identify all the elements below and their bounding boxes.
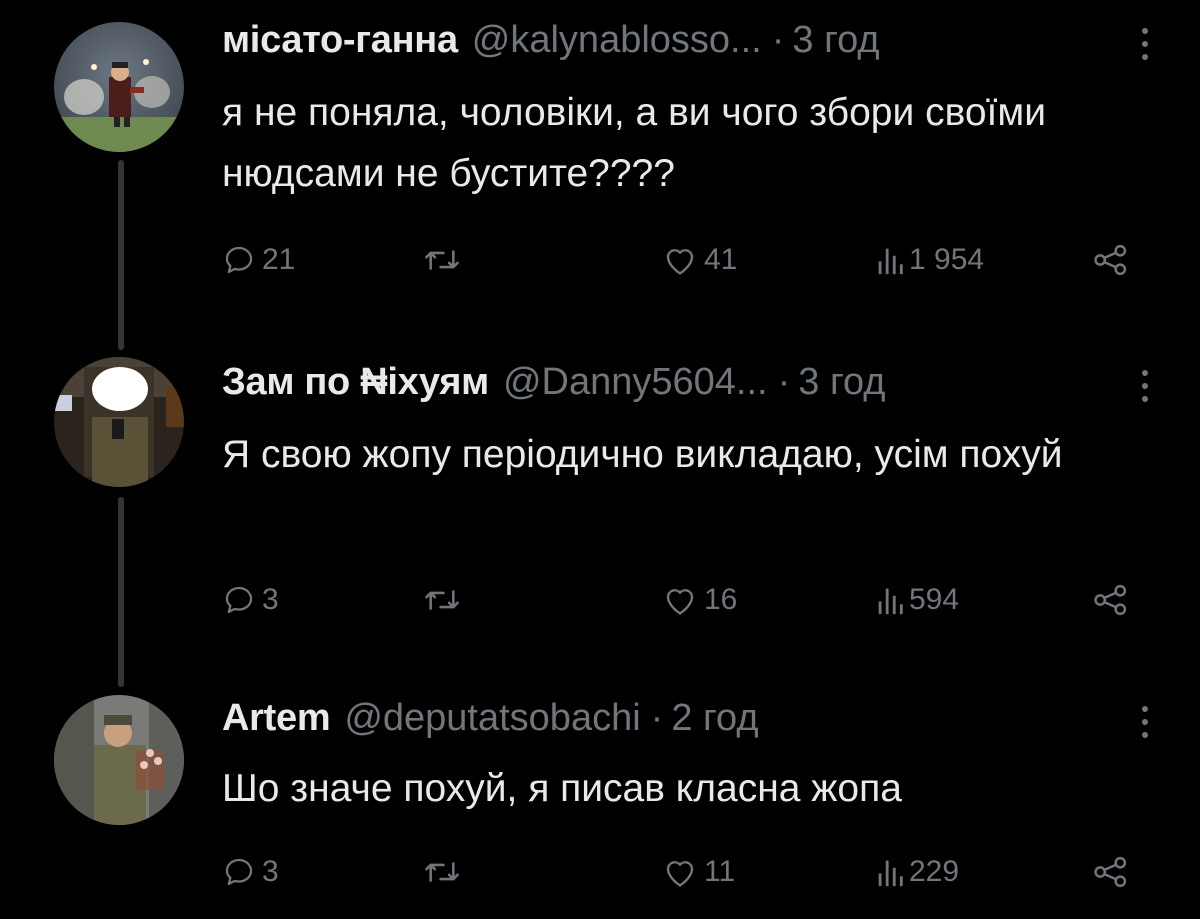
action-bar: 21 41 1 954 xyxy=(222,243,1152,293)
like-count: 16 xyxy=(704,583,738,616)
vertical-dots-icon[interactable] xyxy=(1138,370,1152,402)
timestamp[interactable]: 3 год xyxy=(798,360,885,404)
timestamp[interactable]: 2 год xyxy=(671,696,758,740)
avatar-image xyxy=(54,357,184,487)
tweet-text: я не поняла, чоловіки, а ви чого збори с… xyxy=(222,91,1046,195)
reply-count: 3 xyxy=(262,855,279,888)
reply-count: 3 xyxy=(262,583,279,616)
separator-dot: · xyxy=(771,19,785,61)
repost-button[interactable] xyxy=(422,855,462,889)
separator-dot: · xyxy=(777,361,791,403)
share-button[interactable] xyxy=(1092,583,1130,617)
heart-icon xyxy=(666,589,694,615)
reply-button[interactable]: 3 xyxy=(222,855,279,889)
repost-button[interactable] xyxy=(422,243,462,277)
share-nodes-icon xyxy=(1094,856,1127,888)
view-count: 1 954 xyxy=(909,243,985,276)
views-button[interactable]: 594 xyxy=(877,583,959,617)
tweet-text: Шо значе похуй, я писав класна жопа xyxy=(222,767,902,810)
user-handle[interactable]: @deputatsobachi xyxy=(344,696,640,740)
tweet-header: Artem @deputatsobachi · 2 год xyxy=(222,696,1140,740)
separator-dot: · xyxy=(650,697,664,739)
repost-button[interactable] xyxy=(422,583,462,617)
speech-bubble-icon xyxy=(225,858,253,886)
repost-arrows-icon xyxy=(425,250,459,270)
user-handle[interactable]: @kalynablosso... xyxy=(472,18,762,62)
like-button[interactable]: 11 xyxy=(662,855,735,889)
speech-bubble-icon xyxy=(225,586,253,614)
views-button[interactable]: 229 xyxy=(877,855,959,889)
repost-arrows-icon xyxy=(425,590,459,610)
avatar[interactable] xyxy=(54,695,184,825)
like-button[interactable]: 16 xyxy=(662,583,737,617)
like-count: 11 xyxy=(704,855,736,888)
action-bar: 3 16 594 xyxy=(222,583,1152,633)
share-button[interactable] xyxy=(1092,243,1130,277)
display-name[interactable]: Artem xyxy=(222,696,331,740)
tweet-header: місато-ганна @kalynablosso... · 3 год xyxy=(222,18,1140,62)
reply-button[interactable]: 3 xyxy=(222,583,279,617)
view-count: 229 xyxy=(909,855,960,888)
vertical-dots-icon[interactable] xyxy=(1138,28,1152,60)
like-button[interactable]: 41 xyxy=(662,243,737,277)
view-count: 594 xyxy=(909,583,960,616)
tweet-text: Я свою жопу періодично викладаю, усім по… xyxy=(222,433,1063,476)
display-name[interactable]: місато-ганна xyxy=(222,18,458,62)
views-button[interactable]: 1 954 xyxy=(877,243,984,277)
heart-icon xyxy=(666,249,694,275)
action-bar: 3 11 229 xyxy=(222,855,1152,905)
user-handle[interactable]: @Danny5604... xyxy=(503,360,768,404)
tweet[interactable]: Artem @deputatsobachi · 2 год Шо значе п… xyxy=(0,680,1200,919)
bar-chart-icon xyxy=(878,248,903,275)
share-nodes-icon xyxy=(1094,244,1127,276)
repost-arrows-icon xyxy=(425,862,459,882)
timestamp[interactable]: 3 год xyxy=(792,18,879,62)
avatar-image xyxy=(54,22,184,152)
avatar[interactable] xyxy=(54,22,184,152)
tweet-header: Зам по ₦іхуям @Danny5604... · 3 год xyxy=(222,360,1140,404)
display-name[interactable]: Зам по ₦іхуям xyxy=(222,360,489,404)
avatar-image xyxy=(54,695,184,825)
bar-chart-icon xyxy=(878,588,903,615)
avatar[interactable] xyxy=(54,357,184,487)
bar-chart-icon xyxy=(878,860,903,887)
vertical-dots-icon[interactable] xyxy=(1138,706,1152,738)
reply-button[interactable]: 21 xyxy=(222,243,295,277)
speech-bubble-icon xyxy=(225,246,253,274)
reply-count: 21 xyxy=(262,243,296,276)
heart-icon xyxy=(666,861,694,887)
like-count: 41 xyxy=(704,243,738,276)
share-button[interactable] xyxy=(1092,855,1130,889)
share-nodes-icon xyxy=(1094,584,1127,616)
tweet[interactable]: місато-ганна @kalynablosso... · 3 год я … xyxy=(0,0,1200,330)
tweet[interactable]: Зам по ₦іхуям @Danny5604... · 3 год Я св… xyxy=(0,340,1200,670)
